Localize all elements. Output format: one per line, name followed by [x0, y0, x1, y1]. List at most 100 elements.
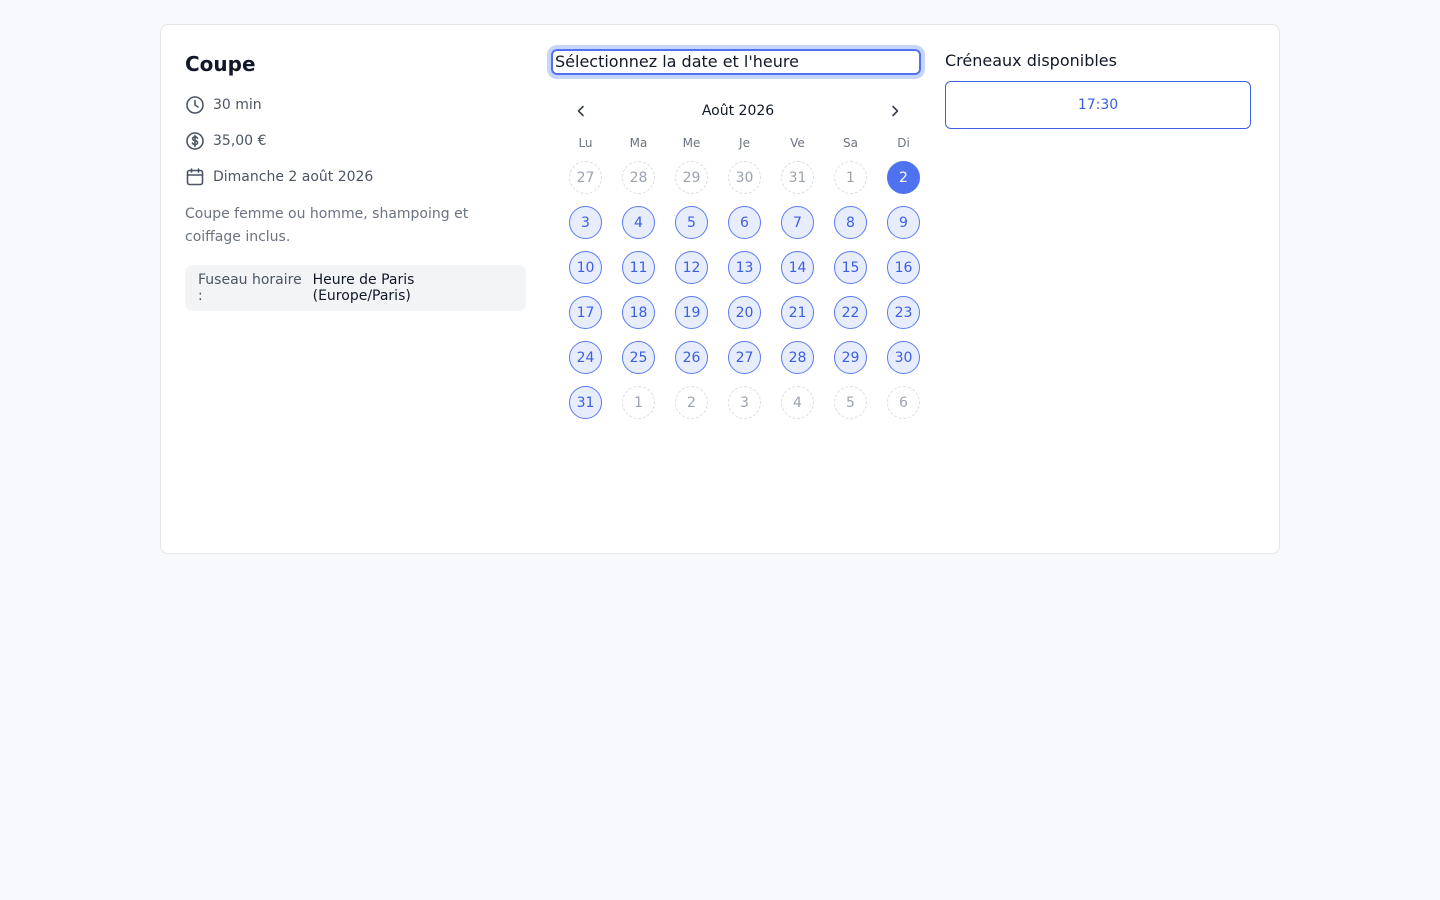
calendar-day-available[interactable]: 12 [675, 251, 708, 284]
calendar-day-cell: 5 [665, 206, 718, 251]
calendar-day-available[interactable]: 29 [834, 341, 867, 374]
calendar-day-available[interactable]: 18 [622, 296, 655, 329]
calendar-day-available[interactable]: 14 [781, 251, 814, 284]
calendar-day-available[interactable]: 11 [622, 251, 655, 284]
calendar-day-available[interactable]: 16 [887, 251, 920, 284]
calendar-day-available[interactable]: 6 [728, 206, 761, 239]
calendar-day-cell: 28 [771, 341, 824, 386]
dollar-circle-icon [185, 131, 205, 151]
date-row: Dimanche 2 août 2026 [185, 165, 527, 189]
clock-icon [185, 95, 205, 115]
calendar-day-cell: 28 [612, 161, 665, 206]
calendar-panel: Sélectionnez la date et l'heure Août 202… [547, 49, 925, 431]
calendar-day-available[interactable]: 28 [781, 341, 814, 374]
calendar-day-cell: 13 [718, 251, 771, 296]
weekday-label: Me [682, 136, 701, 150]
calendar-day-outside: 29 [675, 161, 708, 194]
calendar-day-cell: 9 [877, 206, 930, 251]
next-month-button[interactable] [883, 99, 907, 123]
calendar-day-cell: 1 [612, 386, 665, 431]
calendar-day-outside: 30 [728, 161, 761, 194]
weekday-label: Ve [790, 136, 805, 150]
slots-panel: Créneaux disponibles 17:30 [945, 49, 1251, 129]
calendar-day-cell: 6 [718, 206, 771, 251]
slots-title: Créneaux disponibles [945, 51, 1117, 70]
calendar-day-outside: 1 [622, 386, 655, 419]
calendar-day-available[interactable]: 19 [675, 296, 708, 329]
calendar-day-available[interactable]: 24 [569, 341, 602, 374]
calendar-day-selected[interactable]: 2 [887, 161, 920, 194]
calendar-day-outside: 6 [887, 386, 920, 419]
price-text: 35,00 € [213, 133, 267, 149]
calendar-day-cell: 19 [665, 296, 718, 341]
calendar-day-cell: 23 [877, 296, 930, 341]
calendar-day-cell: 20 [718, 296, 771, 341]
calendar-day-available[interactable]: 26 [675, 341, 708, 374]
calendar-day-cell: 17 [559, 296, 612, 341]
calendar-day-cell: 3 [718, 386, 771, 431]
calendar-day-available[interactable]: 21 [781, 296, 814, 329]
calendar-day-cell: 16 [877, 251, 930, 296]
calendar-day-cell: 25 [612, 341, 665, 386]
duration-text: 30 min [213, 97, 262, 113]
calendar-day-available[interactable]: 7 [781, 206, 814, 239]
calendar-day-available[interactable]: 3 [569, 206, 602, 239]
weekday-label: Ma [629, 136, 648, 150]
calendar-day-cell: 4 [612, 206, 665, 251]
calendar-day-outside: 31 [781, 161, 814, 194]
calendar-day-cell: 12 [665, 251, 718, 296]
duration-row: 30 min [185, 93, 527, 117]
timezone-value: Heure de Paris (Europe/Paris) [312, 272, 415, 304]
calendar-day-cell: 26 [665, 341, 718, 386]
weekday-label: Lu [578, 136, 593, 150]
calendar-day-cell: 11 [612, 251, 665, 296]
time-slot-button[interactable]: 17:30 [945, 81, 1251, 129]
calendar-day-cell: 30 [877, 341, 930, 386]
timezone-label: Fuseau horaire : [198, 272, 302, 304]
weekday-label: Je [739, 136, 750, 150]
calendar-day-cell: 22 [824, 296, 877, 341]
calendar-day-available[interactable]: 8 [834, 206, 867, 239]
calendar-day-cell: 14 [771, 251, 824, 296]
calendar-day-available[interactable]: 17 [569, 296, 602, 329]
calendar-day-available[interactable]: 30 [887, 341, 920, 374]
calendar-day-available[interactable]: 9 [887, 206, 920, 239]
calendar-day-outside: 2 [675, 386, 708, 419]
calendar-day-available[interactable]: 22 [834, 296, 867, 329]
calendar-day-cell: 29 [665, 161, 718, 206]
calendar-day-cell: 2 [877, 161, 930, 206]
calendar-day-outside: 4 [781, 386, 814, 419]
calendar-day-cell: 4 [771, 386, 824, 431]
calendar-day-available[interactable]: 27 [728, 341, 761, 374]
calendar-day-cell: 2 [665, 386, 718, 431]
calendar-day-available[interactable]: 20 [728, 296, 761, 329]
month-label: Août 2026 [701, 103, 775, 119]
calendar-day-cell: 27 [559, 161, 612, 206]
calendar-day-outside: 1 [834, 161, 867, 194]
chevron-left-icon [577, 105, 584, 117]
calendar-header: Août 2026 [547, 97, 925, 125]
calendar-day-cell: 31 [559, 386, 612, 431]
service-details: Coupe 30 min 35,00 € Dimanche 2 août 202… [185, 49, 527, 311]
service-description: Coupe femme ou homme, shampoing et coiff… [185, 206, 469, 245]
calendar-day-available[interactable]: 25 [622, 341, 655, 374]
calendar-day-cell: 6 [877, 386, 930, 431]
calendar-day-available[interactable]: 15 [834, 251, 867, 284]
date-text: Dimanche 2 août 2026 [213, 169, 374, 185]
calendar-day-available[interactable]: 4 [622, 206, 655, 239]
calendar-day-available[interactable]: 5 [675, 206, 708, 239]
calendar-day-cell: 5 [824, 386, 877, 431]
calendar-day-cell: 24 [559, 341, 612, 386]
calendar-day-cell: 30 [718, 161, 771, 206]
calendar-day-cell: 3 [559, 206, 612, 251]
prev-month-button[interactable] [569, 99, 593, 123]
calendar-day-outside: 28 [622, 161, 655, 194]
chevron-right-icon [892, 105, 899, 117]
calendar-day-available[interactable]: 31 [569, 386, 602, 419]
calendar-day-cell: 8 [824, 206, 877, 251]
calendar-day-outside: 27 [569, 161, 602, 194]
calendar-day-available[interactable]: 10 [569, 251, 602, 284]
calendar-day-available[interactable]: 23 [887, 296, 920, 329]
weekday-label: Sa [843, 136, 858, 150]
calendar-day-available[interactable]: 13 [728, 251, 761, 284]
